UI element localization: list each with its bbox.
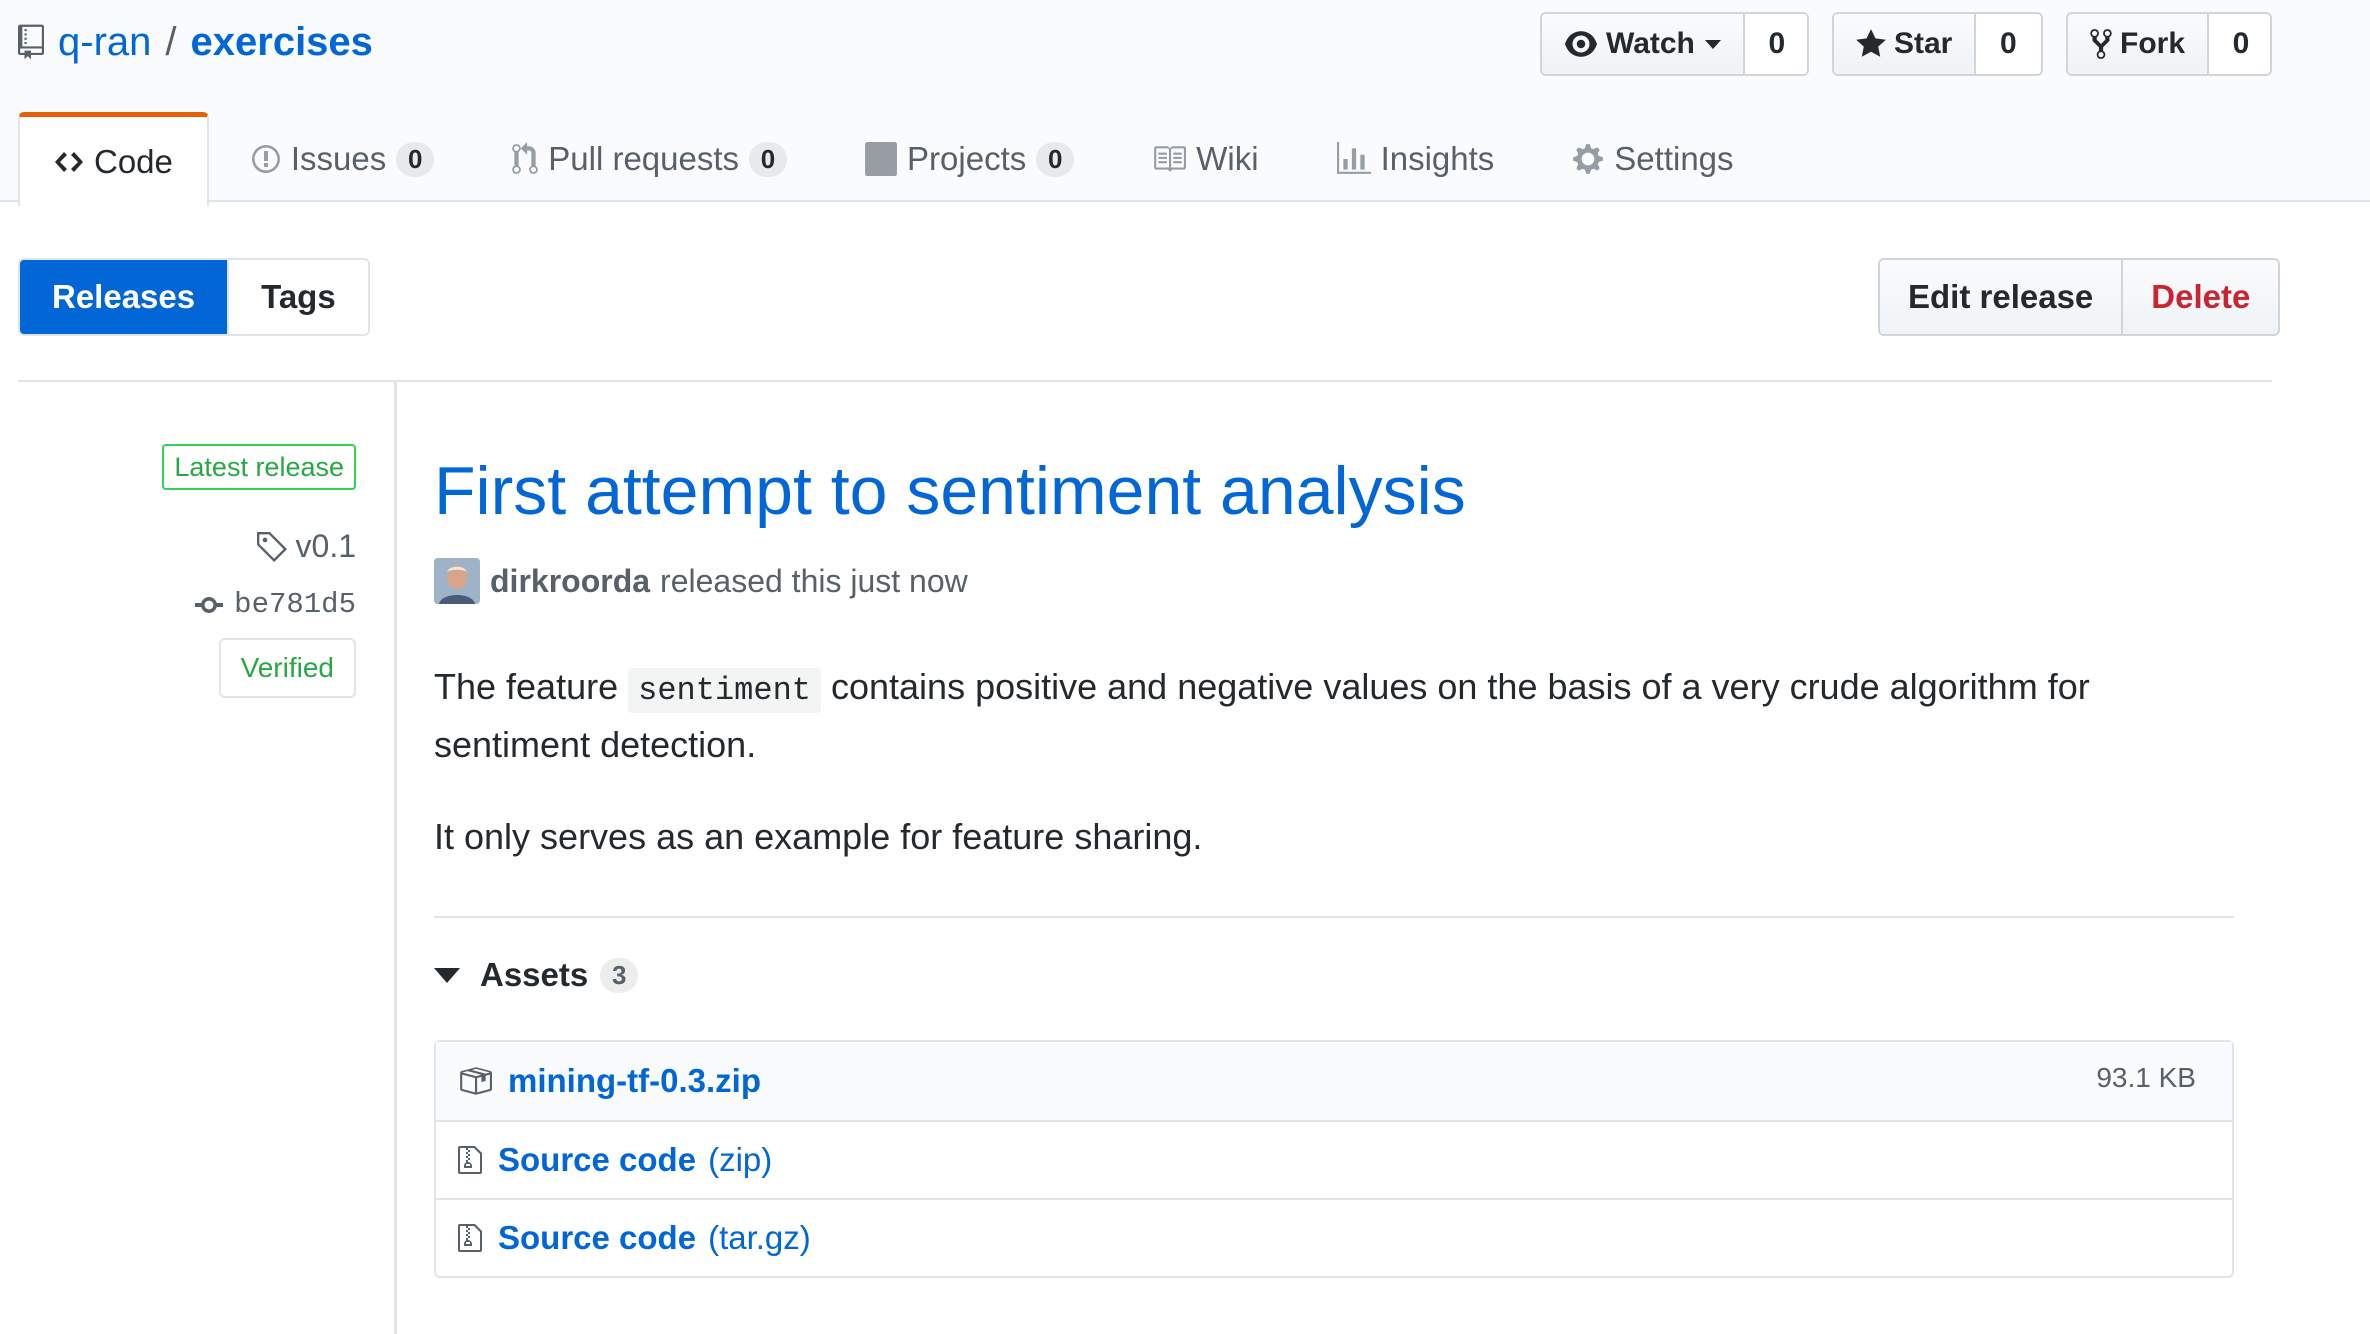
tab-wiki-label: Wiki <box>1196 140 1259 177</box>
asset-size: 93.1 KB <box>2096 1062 2196 1093</box>
release-commit[interactable]: be781d5 <box>194 588 356 621</box>
inline-code: sentiment <box>628 668 821 713</box>
released-text: released this just now <box>660 562 968 599</box>
watch-group: Watch 0 <box>1540 12 1809 76</box>
asset-row[interactable]: Source code (tar.gz) <box>436 1198 2232 1276</box>
fork-icon <box>2090 29 2112 59</box>
verified-badge[interactable]: Verified <box>218 638 356 698</box>
tab-issues-label: Issues <box>290 140 387 177</box>
package-icon <box>460 1067 492 1095</box>
star-group: Star 0 <box>1832 12 2043 76</box>
assets-label: Assets <box>480 956 589 993</box>
star-label: Star <box>1894 27 1953 60</box>
edit-release-button[interactable]: Edit release <box>1880 260 2124 334</box>
release-notes: The feature sentiment contains positive … <box>434 660 2234 902</box>
tab-wiki[interactable]: Wiki <box>1116 112 1294 204</box>
avatar[interactable] <box>434 558 480 604</box>
tab-settings[interactable]: Settings <box>1536 112 1769 204</box>
release-meta-border <box>394 382 397 1334</box>
tags-tab[interactable]: Tags <box>227 260 368 334</box>
eye-icon <box>1565 31 1597 57</box>
asset-row[interactable]: mining-tf-0.3.zip 93.1 KB <box>436 1042 2232 1120</box>
fork-button[interactable]: Fork <box>2068 14 2210 74</box>
assets-counter: 3 <box>600 957 639 993</box>
wiki-icon <box>1154 146 1187 172</box>
release-divider <box>18 380 2272 382</box>
tab-settings-label: Settings <box>1614 140 1734 177</box>
release-actions: Edit release Delete <box>1878 258 2281 336</box>
file-zip-icon <box>458 1146 482 1174</box>
pulls-counter: 0 <box>749 141 788 177</box>
projects-counter: 0 <box>1036 141 1075 177</box>
project-icon <box>865 142 897 176</box>
releases-subnav: Releases Tags <box>18 258 370 336</box>
repo-title: q-ran / exercises <box>18 14 373 70</box>
pull-request-icon <box>512 142 539 174</box>
chevron-down-icon <box>1704 39 1721 49</box>
fork-label: Fork <box>2120 27 2186 60</box>
tab-code[interactable]: Code <box>18 112 209 206</box>
repo-header: q-ran / exercises Watch 0 Star 0 Fork 0 … <box>0 0 2370 206</box>
tab-insights-label: Insights <box>1380 140 1495 177</box>
tag-name[interactable]: v0.1 <box>296 528 356 565</box>
release-tag[interactable]: v0.1 <box>256 528 356 565</box>
tag-icon <box>256 531 287 562</box>
fork-count[interactable]: 0 <box>2209 14 2270 74</box>
tab-projects-label: Projects <box>907 140 1027 177</box>
release-notes-paragraph: It only serves as an example for feature… <box>434 816 1203 857</box>
tab-issues[interactable]: Issues 0 <box>215 112 470 204</box>
caret-down-icon <box>434 967 460 983</box>
assets-toggle[interactable]: Assets 3 <box>434 956 639 994</box>
repo-icon <box>18 24 44 60</box>
release-notes-paragraph: The feature sentiment contains positive … <box>434 660 2234 772</box>
tab-insights[interactable]: Insights <box>1301 112 1531 204</box>
commit-sha[interactable]: be781d5 <box>234 588 356 621</box>
gear-icon <box>1573 144 1604 174</box>
tab-code-label: Code <box>94 142 173 180</box>
release-title[interactable]: First attempt to sentiment analysis <box>434 452 1466 530</box>
source-code-zip-link[interactable]: Source code <box>498 1141 696 1179</box>
tab-projects[interactable]: Projects 0 <box>829 112 1110 204</box>
source-code-targz-link[interactable]: Source code <box>498 1219 696 1257</box>
tab-pull-requests[interactable]: Pull requests 0 <box>476 112 823 204</box>
repo-name-link[interactable]: exercises <box>191 20 373 65</box>
delete-release-button[interactable]: Delete <box>2123 260 2279 334</box>
author-link[interactable]: dirkroorda <box>490 563 650 600</box>
release-author-row: dirkroorda released this just now <box>434 558 968 604</box>
repo-nav: Code Issues 0 Pull requests 0 Projects 0… <box>18 112 1776 206</box>
releases-tab[interactable]: Releases <box>20 260 228 334</box>
asset-ext[interactable]: (tar.gz) <box>708 1219 811 1257</box>
latest-release-label: Latest release <box>162 444 356 490</box>
assets-list: mining-tf-0.3.zip 93.1 KB Source code (z… <box>434 1040 2234 1278</box>
issue-icon <box>251 145 280 173</box>
code-icon <box>55 151 83 172</box>
file-zip-icon <box>458 1224 482 1252</box>
watch-label: Watch <box>1606 27 1695 60</box>
issues-counter: 0 <box>396 141 435 177</box>
watch-count[interactable]: 0 <box>1744 14 1807 74</box>
star-count[interactable]: 0 <box>1976 14 2041 74</box>
assets-divider <box>434 916 2234 918</box>
repo-owner-link[interactable]: q-ran <box>58 20 151 65</box>
commit-icon <box>195 596 224 613</box>
star-icon <box>1856 29 1886 57</box>
tab-pull-requests-label: Pull requests <box>548 140 740 177</box>
graph-icon <box>1336 142 1371 174</box>
asset-ext[interactable]: (zip) <box>708 1141 772 1179</box>
asset-row[interactable]: Source code (zip) <box>436 1120 2232 1198</box>
notes-text-1: The feature <box>434 666 619 707</box>
asset-link[interactable]: mining-tf-0.3.zip <box>508 1062 761 1100</box>
watch-button[interactable]: Watch <box>1542 14 1745 74</box>
fork-group: Fork 0 <box>2066 12 2272 76</box>
path-separator: / <box>165 19 177 64</box>
star-button[interactable]: Star <box>1834 14 1977 74</box>
